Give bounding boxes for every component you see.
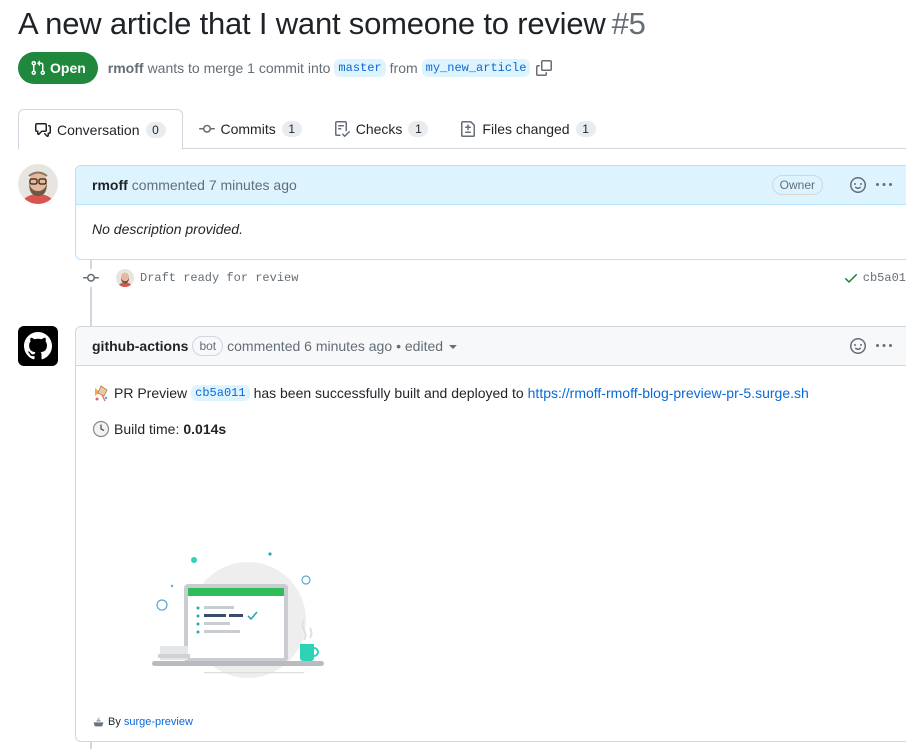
tab-checks[interactable]: Checks 1	[318, 109, 445, 149]
bot-badge: bot	[192, 336, 224, 356]
comment-body: PR Preview cb5a011 has been successfully…	[76, 366, 906, 742]
tab-commits[interactable]: Commits 1	[183, 109, 318, 149]
tab-files-changed[interactable]: Files changed 1	[444, 109, 611, 149]
edited-dropdown[interactable]: • edited	[396, 338, 461, 354]
comment-author[interactable]: github-actions	[92, 338, 188, 354]
kebab-menu-icon[interactable]	[876, 338, 892, 354]
pr-meta: Open rmoff wants to merge 1 commit into …	[18, 52, 553, 84]
smiley-icon[interactable]	[850, 338, 866, 354]
tab-conversation[interactable]: Conversation 0	[18, 109, 183, 150]
clock-icon	[92, 420, 110, 438]
kebab-menu-icon[interactable]	[876, 177, 892, 193]
comment-timestamp[interactable]: commented 7 minutes ago	[132, 177, 297, 193]
timeline-commit: Draft ready for review cb5a01	[82, 268, 906, 288]
comment-timestamp[interactable]: commented 6 minutes ago	[227, 338, 392, 354]
laptop-illustration	[152, 552, 324, 678]
from-text: from	[389, 60, 418, 76]
triangle-down-icon	[449, 345, 457, 349]
pr-author-link[interactable]: rmoff	[108, 60, 144, 76]
comment-github-actions: github-actions bot commented 6 minutes a…	[75, 326, 906, 742]
git-pull-request-icon	[31, 60, 46, 76]
timeline-line-bottom	[90, 742, 92, 749]
state-label: Open	[50, 60, 86, 76]
pr-number: #5	[611, 6, 646, 41]
pr-title-text: A new article that I want someone to rev…	[18, 6, 606, 41]
no-description-text: No description provided.	[92, 221, 243, 237]
tab-conversation-count: 0	[145, 121, 166, 138]
tab-commits-label: Commits	[220, 121, 276, 137]
comment-actions	[850, 338, 892, 354]
commit-author-avatar[interactable]	[116, 269, 134, 287]
commit-message[interactable]: Draft ready for review	[140, 271, 298, 285]
preview-label: PR Preview	[114, 385, 188, 401]
commit-sha[interactable]: cb5a01	[843, 270, 906, 286]
build-time-value: 0.014s	[183, 421, 227, 437]
smiley-icon[interactable]	[850, 177, 866, 193]
avatar[interactable]	[18, 164, 58, 204]
surge-preview-link[interactable]: surge-preview	[124, 716, 193, 728]
preview-url-link[interactable]: https://rmoff-rmoff-blog-preview-pr-5.su…	[528, 385, 809, 401]
build-time-line: Build time: 0.014s	[92, 420, 898, 438]
footer-by: By	[108, 715, 121, 728]
tab-checks-count: 1	[408, 121, 429, 137]
surge-footer: By surge-preview	[92, 715, 193, 728]
pr-title: A new article that I want someone to rev…	[18, 6, 646, 42]
commit-sha-text: cb5a01	[862, 271, 906, 285]
comment-actions	[850, 177, 892, 193]
file-diff-icon	[461, 121, 476, 137]
check-icon	[844, 274, 857, 283]
github-mark-icon	[24, 332, 52, 360]
head-branch[interactable]: my_new_article	[421, 59, 531, 77]
owner-badge: Owner	[771, 175, 823, 195]
git-commit-icon	[82, 269, 100, 287]
github-actions-avatar[interactable]	[18, 326, 58, 366]
edited-label: • edited	[396, 338, 444, 354]
base-branch[interactable]: master	[334, 59, 386, 77]
tab-commits-count: 1	[281, 121, 302, 137]
comment-discussion-icon	[35, 122, 51, 137]
merge-text: wants to merge 1 commit into	[147, 60, 331, 76]
comment-author[interactable]: rmoff	[92, 177, 128, 193]
comment-body: No description provided.	[76, 205, 906, 253]
confetti-icon	[95, 385, 108, 402]
merge-summary: rmoff wants to merge 1 commit into maste…	[108, 59, 553, 77]
git-commit-icon	[198, 124, 215, 133]
deployed-text: has been successfully built and deployed…	[253, 385, 524, 401]
build-time-label: Build time:	[114, 421, 180, 437]
preview-sha[interactable]: cb5a011	[191, 385, 250, 401]
state-badge-open: Open	[18, 52, 98, 84]
tab-files-changed-label: Files changed	[482, 121, 570, 137]
pr-tabs: Conversation 0 Commits 1 Checks 1 Files …	[18, 109, 906, 150]
comment-header: rmoff commented 7 minutes ago Owner	[76, 166, 906, 205]
tab-checks-label: Checks	[355, 121, 403, 137]
preview-line: PR Preview cb5a011 has been successfully…	[92, 384, 898, 402]
comment-header: github-actions bot commented 6 minutes a…	[76, 327, 906, 366]
surge-icon	[93, 717, 104, 727]
checklist-icon	[334, 121, 350, 137]
comment-rmoff: rmoff commented 7 minutes ago Owner No d…	[75, 165, 906, 260]
tab-conversation-label: Conversation	[57, 121, 140, 138]
copy-icon[interactable]	[536, 60, 553, 76]
tab-files-changed-count: 1	[575, 121, 596, 137]
